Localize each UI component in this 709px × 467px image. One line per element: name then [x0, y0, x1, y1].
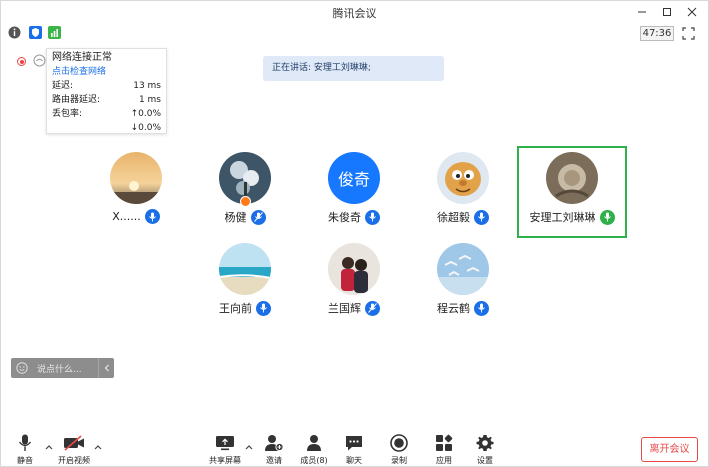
mic-on-icon: [474, 209, 489, 225]
security-shield-icon[interactable]: [29, 26, 42, 39]
minimize-icon: [638, 11, 646, 13]
cartoon-photo-icon: [437, 152, 489, 204]
members-icon: [303, 433, 325, 453]
participant-name: 程云鹤: [437, 302, 470, 315]
emoji-icon[interactable]: [11, 358, 33, 378]
chat-placeholder[interactable]: 说点什么...: [33, 362, 98, 375]
signal-strength-icon[interactable]: [48, 26, 61, 39]
apps-grid-icon: [433, 433, 455, 453]
leave-meeting-button[interactable]: 离开会议: [641, 437, 698, 462]
chevron-up-icon[interactable]: [244, 442, 254, 452]
window-title: 腾讯会议: [332, 7, 377, 20]
check-network-link[interactable]: 点击检查网络: [52, 65, 161, 79]
maximize-button[interactable]: [657, 3, 677, 21]
participant-tile[interactable]: 徐超毅: [408, 147, 518, 239]
birds-photo-icon: [437, 243, 489, 295]
participant-name: 兰国辉: [328, 302, 361, 315]
packet-loss-up-row: 丢包率: ↑0.0%: [52, 109, 161, 119]
mic-on-icon: [365, 209, 380, 225]
info-icon[interactable]: [8, 26, 21, 39]
recording-indicator: [17, 57, 26, 66]
record-icon: [388, 433, 410, 453]
title-bar: 腾讯会议: [1, 1, 708, 23]
avatar: [546, 152, 598, 204]
mic-off-icon: [250, 209, 266, 225]
nature-photo-icon: [546, 152, 598, 204]
chat-button[interactable]: 聊天: [342, 433, 366, 467]
add-user-icon: [263, 433, 285, 453]
speaking-banner: 正在讲话: 安理工刘琳琳;: [263, 56, 444, 81]
network-status-panel: 网络连接正常 点击检查网络 延迟: 13 ms 路由器延迟: 1 ms 丢包率: ↑0…: [46, 48, 167, 134]
participant-tile[interactable]: X......: [81, 147, 191, 239]
close-icon: [687, 7, 697, 17]
mic-on-icon: [144, 209, 160, 224]
participant-tile[interactable]: 俊奇 朱俊奇: [299, 147, 409, 239]
latency-row: 延迟: 13 ms: [52, 81, 161, 91]
close-button[interactable]: [682, 3, 702, 21]
participant-tile[interactable]: 程云鹤: [408, 238, 518, 330]
participant-tile[interactable]: 兰国辉: [299, 238, 409, 330]
maximize-icon: [663, 8, 671, 16]
mic-off-icon: [365, 300, 380, 316]
host-badge-icon: [240, 196, 251, 207]
avatar: [437, 243, 489, 295]
share-screen-icon: [214, 433, 236, 453]
participant-name: X......: [112, 210, 141, 223]
mic-on-icon: [256, 300, 271, 316]
avatar: [110, 152, 162, 204]
meeting-timer: 47:36: [640, 26, 674, 41]
meeting-window: 腾讯会议 47:36 网络连接正常 点击检查网络 延迟: 13 ms 路由器延迟…: [0, 0, 709, 467]
mute-button[interactable]: 静音: [13, 433, 37, 467]
network-status-title: 网络连接正常: [52, 52, 112, 63]
minimize-button[interactable]: [632, 3, 652, 21]
video-off-icon: [63, 433, 85, 453]
settings-button[interactable]: 设置: [473, 433, 497, 467]
sunset-photo-icon: [110, 152, 162, 204]
avatar: [437, 152, 489, 204]
text-avatar: 俊奇: [328, 152, 380, 204]
apps-button[interactable]: 应用: [432, 433, 456, 467]
microphone-icon: [14, 433, 36, 453]
start-video-button[interactable]: 开启视频: [55, 433, 93, 467]
participant-name: 王向前: [219, 302, 252, 315]
avatar: [328, 243, 380, 295]
router-latency-row: 路由器延迟: 1 ms: [52, 95, 161, 105]
share-screen-button[interactable]: 共享屏幕: [208, 433, 242, 467]
packet-loss-down-row: ↓0.0%: [130, 123, 161, 133]
chevron-up-icon[interactable]: [93, 442, 103, 452]
mic-on-icon: [474, 300, 489, 316]
collapse-chevron-icon[interactable]: [98, 358, 114, 378]
invite-button[interactable]: 邀请: [262, 433, 286, 467]
participant-tile[interactable]: 杨健: [190, 147, 300, 239]
participant-name: 杨健: [224, 211, 247, 224]
chevron-up-icon[interactable]: [44, 442, 54, 452]
people-photo-icon: [328, 243, 380, 295]
record-button[interactable]: 录制: [387, 433, 411, 467]
participant-name: 徐超毅: [437, 211, 470, 224]
beach-photo-icon: [219, 243, 271, 295]
chat-bubble-icon: [343, 433, 365, 453]
fullscreen-icon[interactable]: [681, 26, 696, 41]
network-status-icon[interactable]: [33, 54, 46, 67]
gear-icon: [474, 433, 496, 453]
participant-tile[interactable]: 王向前: [190, 238, 300, 330]
chat-quick-input[interactable]: 说点什么...: [11, 358, 114, 378]
participant-name: 安理工刘琳琳: [529, 211, 596, 224]
participant-name: 朱俊奇: [328, 211, 361, 224]
participant-tile-active-speaker[interactable]: 安理工刘琳琳: [517, 146, 627, 238]
mic-speaking-icon: [599, 209, 615, 225]
avatar: [219, 243, 271, 295]
members-button[interactable]: 成员(8): [299, 433, 329, 467]
